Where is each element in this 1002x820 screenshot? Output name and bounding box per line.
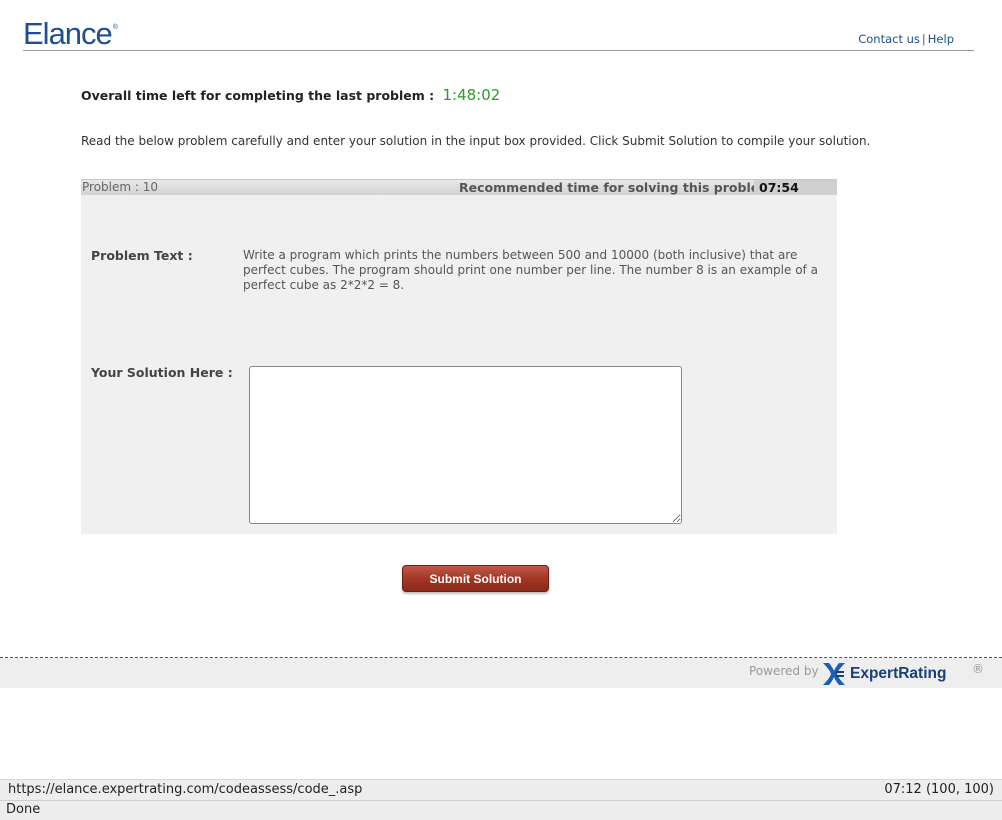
recommended-time-label: Recommended time for solving this proble… bbox=[459, 180, 782, 195]
solution-label: Your Solution Here : bbox=[91, 365, 233, 380]
problem-number: Problem : 10 bbox=[82, 180, 159, 194]
expertrating-brand: ExpertRating bbox=[850, 665, 947, 682]
header-divider bbox=[23, 50, 974, 51]
browser-status-url-bar: https://elance.expertrating.com/codeasse… bbox=[0, 779, 1002, 800]
time-left-label: Overall time left for completing the las… bbox=[81, 88, 435, 103]
help-link[interactable]: Help bbox=[928, 32, 954, 46]
expertrating-registered-mark: ® bbox=[972, 662, 984, 676]
time-left-value: 1:48:02 bbox=[442, 86, 501, 104]
recommended-time-value: 07:54 bbox=[754, 180, 837, 195]
problem-panel: Problem : 10 Recommended time for solvin… bbox=[81, 179, 837, 534]
logo-registered-mark: ® bbox=[112, 24, 118, 31]
solution-textarea[interactable] bbox=[249, 366, 682, 524]
browser-status-bar: Done bbox=[0, 800, 1002, 820]
status-url: https://elance.expertrating.com/codeasse… bbox=[8, 782, 363, 797]
top-links: Contact us | Help bbox=[858, 32, 954, 46]
instructions-text: Read the below problem carefully and ent… bbox=[81, 134, 871, 148]
status-right-info: 07:12 (100, 100) bbox=[884, 782, 994, 797]
expertrating-mark-icon bbox=[823, 663, 845, 685]
logo-text: Elance bbox=[23, 16, 113, 51]
link-separator: | bbox=[921, 32, 926, 46]
contact-us-link[interactable]: Contact us bbox=[858, 32, 920, 46]
powered-by-label: Powered by bbox=[749, 664, 819, 678]
submit-solution-button[interactable]: Submit Solution bbox=[402, 565, 549, 592]
status-text: Done bbox=[6, 802, 41, 817]
problem-header-bar: Problem : 10 Recommended time for solvin… bbox=[81, 179, 837, 195]
expertrating-logo[interactable]: ExpertRating bbox=[820, 660, 946, 688]
elance-logo[interactable]: Elance® bbox=[23, 16, 118, 52]
problem-text: Write a program which prints the numbers… bbox=[243, 248, 818, 292]
overall-time-left: Overall time left for completing the las… bbox=[81, 86, 500, 104]
problem-text-label: Problem Text : bbox=[91, 248, 193, 263]
